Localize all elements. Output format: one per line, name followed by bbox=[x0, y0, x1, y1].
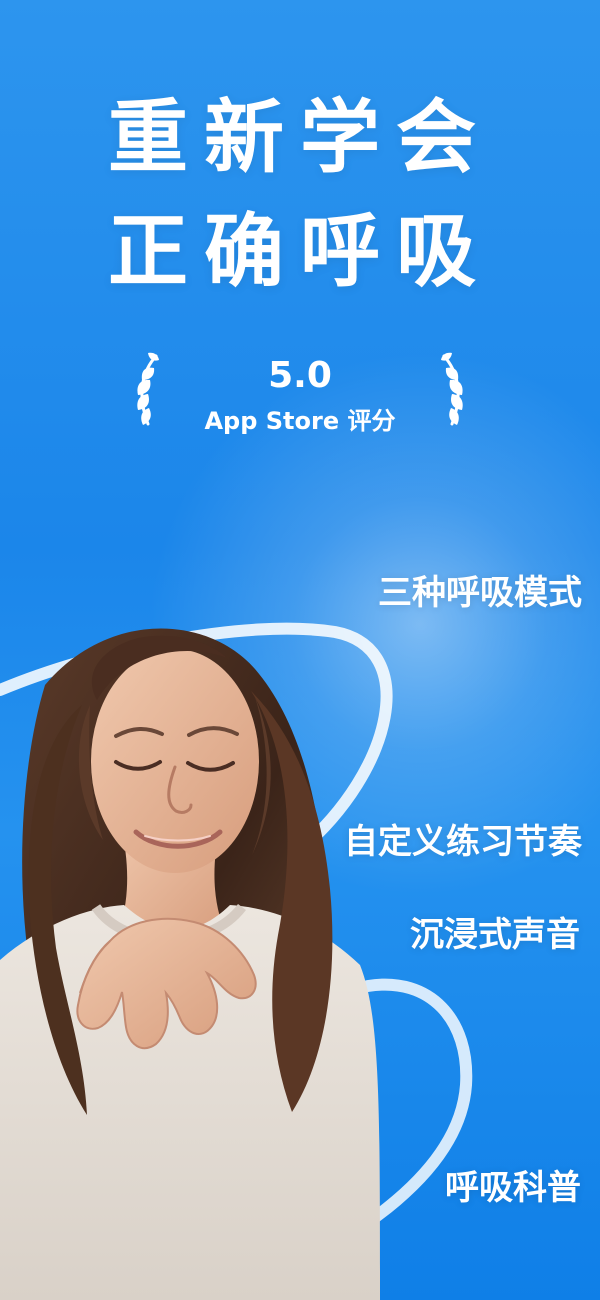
app-store-rating: 5.0 App Store 评分 bbox=[130, 350, 470, 448]
headline: 重新学会 正确呼吸 bbox=[0, 98, 600, 326]
feature-1: 三种呼吸模式 bbox=[378, 573, 582, 613]
feature-4: 呼吸科普 bbox=[445, 1168, 581, 1208]
rating-score: 5.0 bbox=[268, 355, 332, 396]
feature-2: 自定义练习节奏 bbox=[344, 822, 582, 862]
rating-caption: App Store 评分 bbox=[204, 407, 396, 435]
headline-line-2: 正确呼吸 bbox=[108, 205, 492, 298]
headline-line-1: 重新学会 bbox=[108, 91, 492, 184]
woman-portrait bbox=[0, 628, 380, 1300]
app-screen: 重新学会 正确呼吸 5.0 App Store 评分 三种呼吸模式 自定义练习节… bbox=[0, 0, 600, 1300]
feature-3: 沉浸式声音 bbox=[410, 915, 580, 955]
laurel-right-icon bbox=[441, 352, 463, 426]
